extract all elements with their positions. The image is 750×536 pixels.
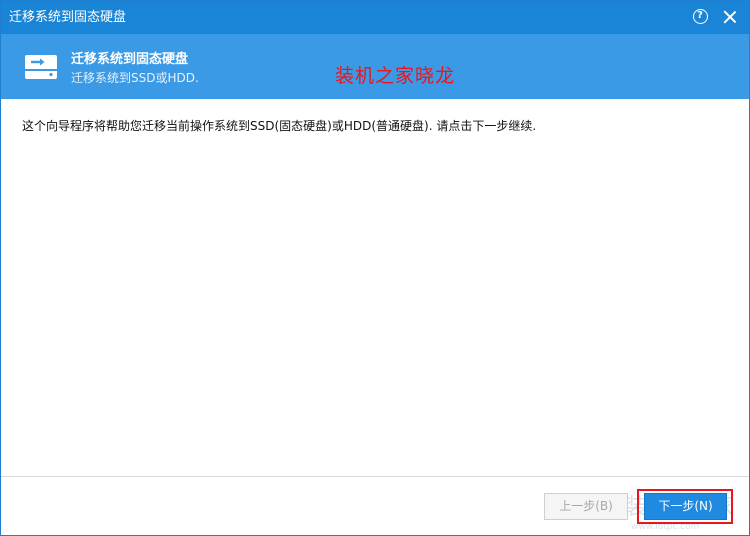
header-subtitle: 迁移系统到SSD或HDD. xyxy=(71,71,199,85)
close-button[interactable] xyxy=(723,10,737,24)
prev-button[interactable]: 上一步(B) xyxy=(544,493,628,520)
watermark-label: 装机之家晓龙 xyxy=(335,65,456,87)
disk-migrate-icon xyxy=(25,55,57,79)
help-icon: ? xyxy=(697,10,703,21)
next-button-highlight xyxy=(637,489,733,524)
title-bar[interactable]: 迁移系统到固态硬盘 ? xyxy=(1,1,749,34)
header-title: 迁移系统到固态硬盘 xyxy=(71,52,189,67)
help-button[interactable]: ? xyxy=(693,9,708,24)
header-band: 迁移系统到固态硬盘 迁移系统到SSD或HDD. 装机之家晓龙 xyxy=(1,34,749,99)
wizard-description: 这个向导程序将帮助您迁移当前操作系统到SSD(固态硬盘)或HDD(普通硬盘). … xyxy=(22,119,537,133)
window-title: 迁移系统到固态硬盘 xyxy=(9,10,127,25)
footer-divider xyxy=(1,476,749,477)
migrate-os-dialog: 迁移系统到固态硬盘 ? 迁移系统到固态硬盘 迁移系统到SSD或HDD. 装机之家… xyxy=(0,0,750,536)
